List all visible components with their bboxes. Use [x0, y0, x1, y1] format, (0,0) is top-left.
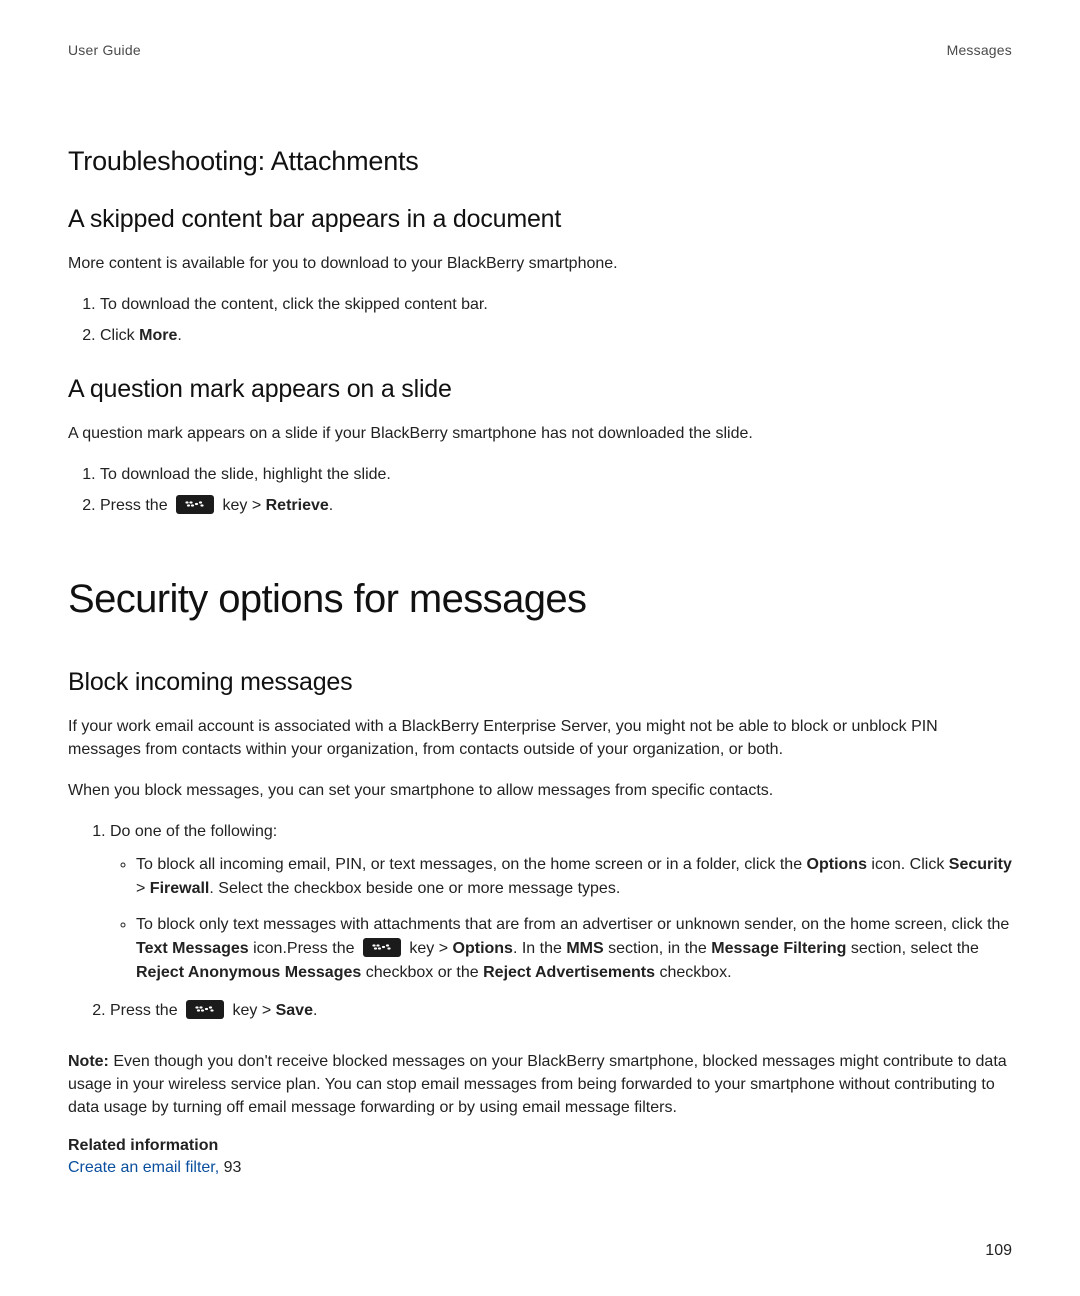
list-item: To block all incoming email, PIN, or tex…: [136, 853, 1012, 901]
bold-text: Security: [949, 856, 1012, 873]
note-label: Note:: [68, 1053, 113, 1070]
text: Press the: [100, 497, 172, 514]
related-link-page: 93: [224, 1159, 242, 1176]
bold-text: More: [139, 327, 177, 344]
text: section, in the: [604, 940, 712, 957]
text: checkbox or the: [361, 964, 483, 981]
list-item: Do one of the following: To block all in…: [110, 820, 1012, 985]
step-list: To download the content, click the skipp…: [68, 293, 1012, 349]
step-list: To download the slide, highlight the sli…: [68, 463, 1012, 519]
text: icon. Click: [867, 856, 949, 873]
page-number: 109: [985, 1242, 1012, 1260]
text: .: [329, 497, 333, 514]
text: .: [177, 327, 181, 344]
text: Press the: [110, 1002, 182, 1019]
note-text: Even though you don't receive blocked me…: [68, 1053, 1007, 1116]
blackberry-key-icon: [186, 1000, 224, 1019]
list-item: To block only text messages with attachm…: [136, 913, 1012, 985]
bold-text: Firewall: [150, 880, 210, 897]
related-link-row: Create an email filter, 93: [68, 1159, 1012, 1177]
text: >: [136, 880, 150, 897]
bold-text: MMS: [566, 940, 603, 957]
heading-skipped-content: A skipped content bar appears in a docum…: [68, 205, 1012, 234]
text: Click: [100, 327, 139, 344]
bold-text: Options: [807, 856, 867, 873]
heading-security-options: Security options for messages: [68, 577, 1012, 622]
step-list: Do one of the following: To block all in…: [68, 820, 1012, 1024]
bold-text: Options: [453, 940, 513, 957]
text: key >: [218, 497, 266, 514]
header-right: Messages: [947, 42, 1012, 58]
bold-text: Save: [276, 1002, 313, 1019]
note-paragraph: Note: Even though you don't receive bloc…: [68, 1050, 1012, 1120]
related-information-heading: Related information: [68, 1137, 1012, 1155]
text: checkbox.: [655, 964, 731, 981]
list-item: Press the key > Retrieve.: [100, 494, 1012, 519]
bold-text: Text Messages: [136, 940, 249, 957]
paragraph: More content is available for you to dow…: [68, 252, 1012, 275]
bold-text: Reject Anonymous Messages: [136, 964, 361, 981]
bold-text: Reject Advertisements: [483, 964, 655, 981]
paragraph: If your work email account is associated…: [68, 715, 1012, 761]
text: To block only text messages with attachm…: [136, 916, 1009, 933]
text: section, select the: [846, 940, 979, 957]
text: . Select the checkbox beside one or more…: [209, 880, 620, 897]
bold-text: Retrieve: [266, 497, 329, 514]
bullet-list: To block all incoming email, PIN, or tex…: [110, 853, 1012, 985]
heading-question-mark: A question mark appears on a slide: [68, 375, 1012, 404]
heading-troubleshooting: Troubleshooting: Attachments: [68, 146, 1012, 177]
heading-block-messages: Block incoming messages: [68, 668, 1012, 697]
document-page: User Guide Messages Troubleshooting: Att…: [0, 0, 1080, 1296]
text: key >: [228, 1002, 276, 1019]
header-left: User Guide: [68, 42, 141, 58]
list-item: To download the slide, highlight the sli…: [100, 463, 1012, 488]
list-item: Click More.: [100, 324, 1012, 349]
related-link[interactable]: Create an email filter,: [68, 1159, 224, 1176]
bold-text: Message Filtering: [711, 940, 846, 957]
blackberry-key-icon: [176, 495, 214, 514]
text: icon.Press the: [249, 940, 359, 957]
paragraph: A question mark appears on a slide if yo…: [68, 422, 1012, 445]
paragraph: When you block messages, you can set you…: [68, 779, 1012, 802]
text: .: [313, 1002, 317, 1019]
list-item: Press the key > Save.: [110, 999, 1012, 1024]
text: Do one of the following:: [110, 823, 277, 840]
text: . In the: [513, 940, 566, 957]
page-header: User Guide Messages: [68, 42, 1012, 58]
text: key >: [405, 940, 453, 957]
text: To block all incoming email, PIN, or tex…: [136, 856, 807, 873]
blackberry-key-icon: [363, 938, 401, 957]
list-item: To download the content, click the skipp…: [100, 293, 1012, 318]
